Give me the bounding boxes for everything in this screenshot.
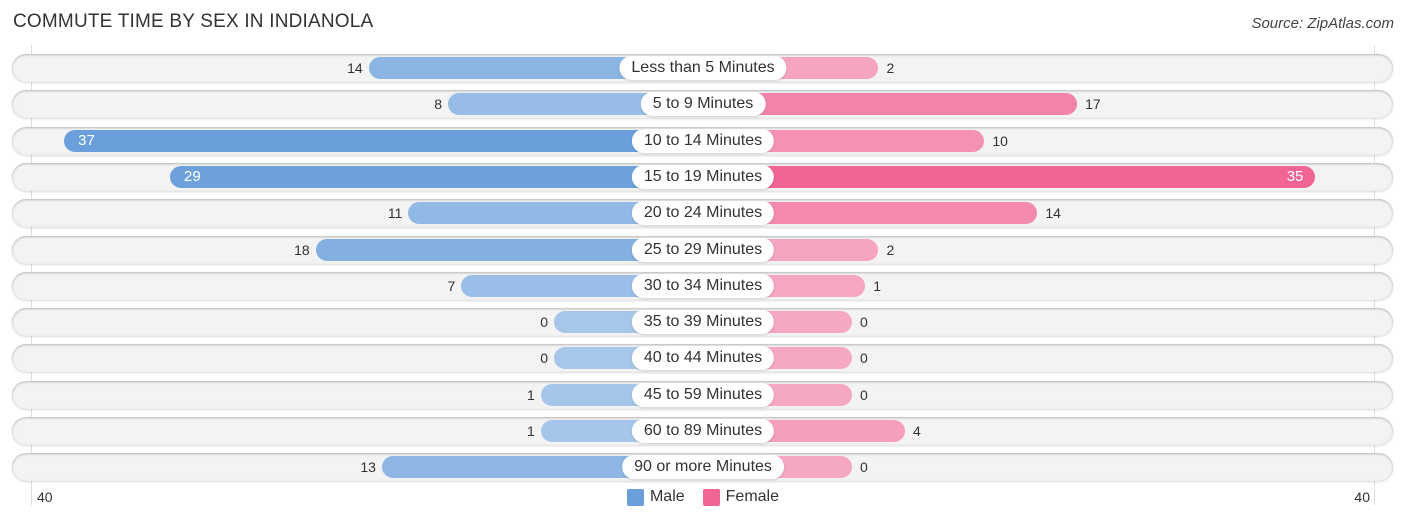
value-label-male: 0 [540, 350, 548, 367]
category-label: 35 to 39 Minutes [631, 310, 775, 335]
value-label-male: 11 [387, 205, 403, 222]
value-label-male: 37 [78, 131, 95, 149]
value-label-female: 17 [1085, 96, 1101, 113]
value-label-female: 2 [886, 60, 895, 76]
value-label-male: 1 [526, 386, 535, 403]
value-label-female: 14 [1045, 205, 1061, 222]
category-label: 15 to 19 Minutes [631, 164, 775, 189]
value-label-male: 29 [184, 167, 201, 185]
bar-male[interactable] [64, 129, 703, 152]
category-label: 90 or more Minutes [622, 455, 784, 480]
value-label-male: 0 [540, 314, 548, 331]
value-label-female: 10 [992, 132, 1008, 149]
value-label-female: 2 [886, 241, 895, 258]
legend-swatch-female [702, 488, 720, 506]
bar-female[interactable] [703, 165, 1316, 188]
value-label-male: 14 [347, 60, 363, 76]
value-label-female: 35 [1286, 167, 1304, 185]
bar-male[interactable] [170, 165, 703, 188]
legend-label-male: Male [649, 488, 685, 505]
category-label: 25 to 29 Minutes [631, 237, 775, 262]
category-label: 5 to 9 Minutes [640, 92, 766, 117]
legend-swatch-male [626, 488, 644, 506]
category-label: 10 to 14 Minutes [631, 128, 775, 153]
source-label: Source: ZipAtlas.com [1251, 15, 1394, 32]
legend-label-female: Female [725, 488, 780, 505]
value-label-female: 4 [912, 423, 921, 439]
value-label-male: 13 [360, 459, 376, 476]
chart-root: COMMUTE TIME BY SEX IN INDIANOLA Source:… [0, 0, 1406, 523]
value-label-male: 18 [294, 241, 310, 258]
category-label: 40 to 44 Minutes [631, 346, 775, 371]
legend-item-male: Male [626, 488, 685, 506]
category-label: 60 to 89 Minutes [631, 419, 775, 443]
category-label: 45 to 59 Minutes [631, 382, 775, 407]
value-label-male: 1 [526, 423, 535, 439]
value-label-female: 1 [873, 277, 882, 294]
value-label-female: 0 [860, 459, 868, 476]
legend-item-female: Female [702, 488, 780, 506]
value-label-female: 0 [860, 386, 868, 403]
category-label: 30 to 34 Minutes [631, 273, 775, 298]
category-label: 20 to 24 Minutes [631, 201, 775, 226]
chart-title: COMMUTE TIME BY SEX IN INDIANOLA [13, 11, 374, 32]
value-label-female: 0 [860, 350, 868, 367]
value-label-male: 8 [434, 96, 443, 113]
value-label-male: 7 [447, 277, 456, 294]
value-label-female: 0 [860, 314, 868, 331]
legend: Male Female [0, 488, 1406, 506]
category-label: Less than 5 Minutes [619, 56, 787, 80]
